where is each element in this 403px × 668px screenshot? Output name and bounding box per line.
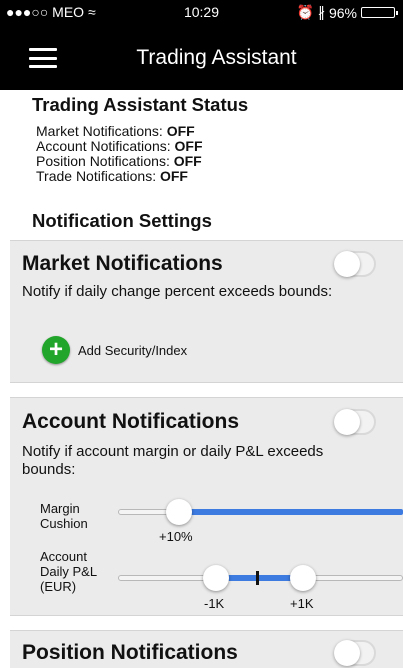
battery-percent: 96% (328, 4, 357, 21)
status-value: OFF (159, 168, 188, 184)
status-list: Market Notifications: OFF Account Notifi… (36, 124, 203, 184)
account-card-title: Account Notifications (22, 410, 240, 433)
market-card-description: Notify if daily change percent exceeds b… (22, 283, 333, 300)
account-notifications-card: Account Notifications Notify if account … (10, 397, 403, 616)
account-card-description: Notify if account margin or daily P&L ex… (22, 443, 324, 478)
margin-slider-value: +10% (159, 529, 193, 544)
pnl-high-thumb[interactable] (290, 565, 316, 591)
battery-icon (361, 7, 398, 18)
position-notifications-toggle[interactable] (334, 640, 376, 666)
add-security-button[interactable]: + Add Security/Index (42, 336, 187, 364)
status-value: OFF (173, 153, 202, 169)
margin-slider-fill (179, 509, 403, 515)
status-value: OFF (166, 123, 195, 139)
pnl-high-value: +1K (290, 596, 314, 611)
status-bar: ●●●○○ MEO ≈ 10:29 ⏰ ∦ 96% (0, 0, 403, 24)
add-security-label: Add Security/Index (78, 342, 188, 358)
status-item-position: Position Notifications: OFF (36, 153, 202, 169)
plus-icon: + (42, 336, 70, 364)
market-notifications-toggle[interactable] (334, 251, 376, 277)
account-pnl-slider[interactable] (118, 575, 403, 581)
status-value: OFF (174, 138, 203, 154)
page-title: Trading Assistant (136, 46, 297, 69)
status-section-title: Trading Assistant Status (32, 94, 249, 115)
pnl-low-value: -1K (204, 596, 225, 611)
pnl-zero-marker (256, 571, 259, 585)
status-item-account: Account Notifications: OFF (36, 138, 203, 154)
market-notifications-card: Market Notifications Notify if daily cha… (10, 240, 403, 383)
position-card-title: Position Notifications (22, 641, 238, 664)
bluetooth-icon: ∦ (317, 4, 325, 20)
account-daily-pnl-label: Account Daily P&L (EUR) (40, 549, 98, 594)
nav-bar: Trading Assistant (0, 24, 403, 90)
status-right: ⏰ ∦ 96% (296, 4, 398, 21)
settings-section-title: Notification Settings (32, 210, 212, 231)
toggle-knob (334, 640, 360, 666)
toggle-knob (334, 409, 360, 435)
account-notifications-toggle[interactable] (334, 409, 376, 435)
position-notifications-card: Position Notifications (10, 630, 403, 668)
status-item-market: Market Notifications: OFF (36, 123, 195, 139)
margin-cushion-slider[interactable] (118, 509, 403, 515)
alarm-icon: ⏰ (296, 4, 314, 20)
pnl-low-thumb[interactable] (203, 565, 229, 591)
market-card-title: Market Notifications (22, 252, 223, 275)
toggle-knob (334, 251, 360, 277)
status-item-trade: Trade Notifications: OFF (36, 168, 188, 184)
margin-slider-thumb[interactable] (166, 499, 192, 525)
margin-cushion-label: Margin Cushion (40, 501, 88, 531)
